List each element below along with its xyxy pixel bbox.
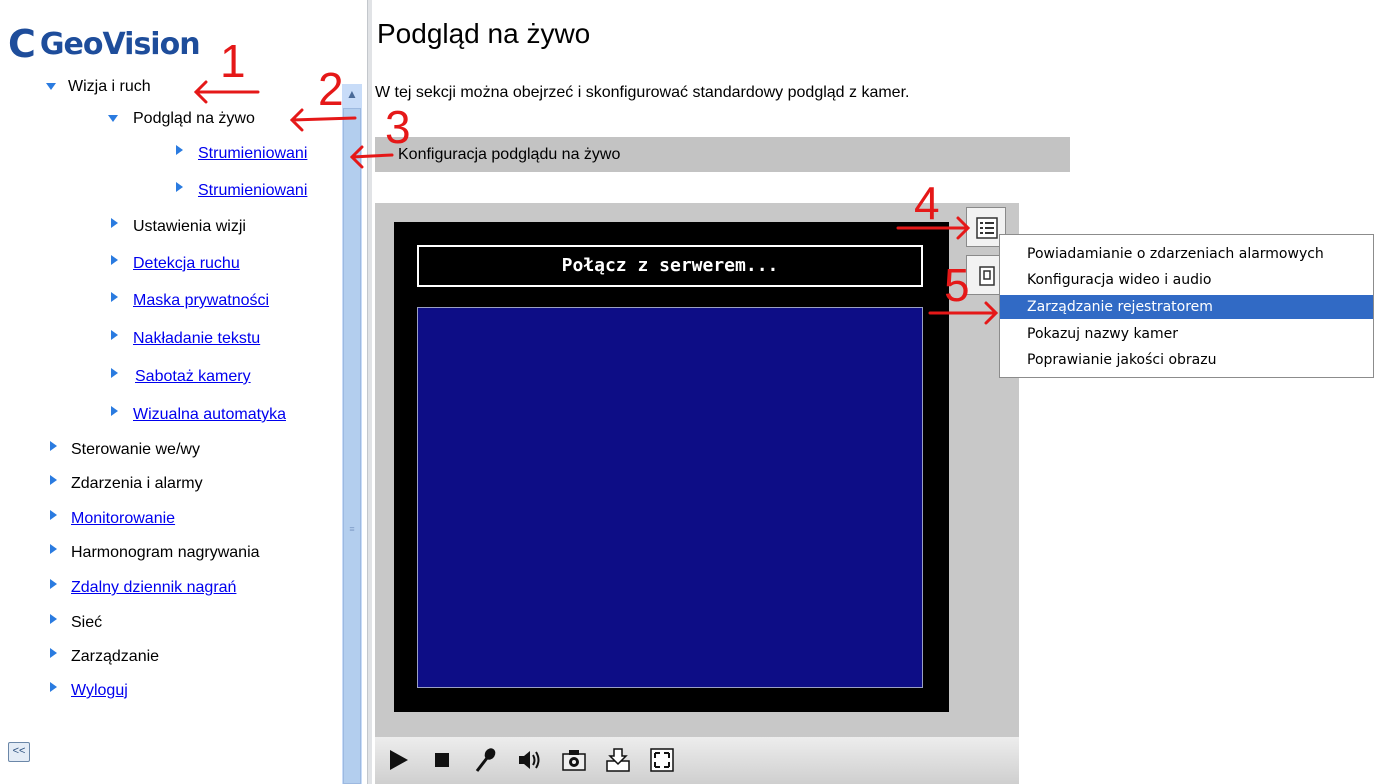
annotation-number-5: 5 <box>944 259 970 311</box>
video-area[interactable] <box>417 307 923 688</box>
collapsed-arrow-icon <box>50 544 57 554</box>
microphone-button[interactable] <box>466 740 504 778</box>
annotation-number-4: 4 <box>914 177 940 229</box>
nav-item-link[interactable]: Detekcja ruchu <box>133 255 240 273</box>
menu-item-show-camera-names[interactable]: Pokazuj nazwy kamer <box>1000 322 1373 346</box>
annotation-number-1: 1 <box>220 35 246 87</box>
collapsed-arrow-icon <box>111 292 118 302</box>
section-title: Konfiguracja podglądu na żywo <box>398 146 621 163</box>
collapse-sidebar-button[interactable]: << <box>8 742 30 762</box>
speaker-icon <box>519 751 540 769</box>
nav-item-link[interactable]: Nakładanie tekstu <box>133 330 260 348</box>
fullscreen-button[interactable] <box>642 740 680 778</box>
snapshot-icon <box>562 750 586 771</box>
menu-item-video-audio-config[interactable]: Konfiguracja wideo i audio <box>1000 268 1373 292</box>
stop-icon <box>435 753 449 767</box>
viewer-context-menu: Powiadamianie o zdarzeniach alarmowych K… <box>999 234 1374 378</box>
nav-item-link[interactable]: Sabotaż kamery <box>135 368 251 386</box>
page-title: Podgląd na żywo <box>377 18 591 49</box>
nav-item-link[interactable]: Strumieniowani <box>198 145 307 163</box>
nav-item-link[interactable]: Wizualna automatyka <box>133 406 286 424</box>
menu-list-icon <box>976 217 998 239</box>
expanded-arrow-icon <box>108 115 118 122</box>
collapsed-arrow-icon <box>111 255 118 265</box>
sidebar-scrollbar-thumb[interactable] <box>343 108 361 784</box>
nav-item-link[interactable]: Strumieniowani <box>198 182 307 200</box>
scroll-grip-icon: ≡ <box>349 524 355 534</box>
collapsed-arrow-icon <box>111 406 118 416</box>
sidebar: C GeoVision Wizja i ruch Podgląd na żywo… <box>0 0 342 784</box>
annotation-number-3: 3 <box>385 101 411 153</box>
nav-item-label: Wizja i ruch <box>68 78 151 95</box>
speaker-button[interactable] <box>510 740 548 778</box>
collapsed-arrow-icon <box>50 648 57 658</box>
collapsed-arrow-icon <box>50 682 57 692</box>
download-button[interactable] <box>598 740 636 778</box>
collapsed-arrow-icon <box>111 218 118 228</box>
microphone-icon <box>475 748 496 772</box>
connect-to-server-button[interactable]: Połącz z serwerem... <box>417 245 923 287</box>
annotation-number-2: 2 <box>318 63 344 115</box>
collapsed-arrow-icon <box>176 182 183 192</box>
download-icon <box>606 748 630 772</box>
collapsed-arrow-icon <box>50 510 57 520</box>
nav-item-label: Zdarzenia i alarmy <box>71 475 203 492</box>
stop-button[interactable] <box>422 740 460 778</box>
nav-item-label: Sieć <box>71 614 103 631</box>
expanded-arrow-icon <box>46 83 56 90</box>
play-button[interactable] <box>378 740 416 778</box>
collapsed-arrow-icon <box>50 579 57 589</box>
collapsed-arrow-icon <box>50 441 57 451</box>
nav-item-link[interactable]: Zdalny dziennik nagrań <box>71 579 236 597</box>
scroll-up-icon[interactable]: ▲ <box>342 84 362 104</box>
menu-item-recorder-management[interactable]: Zarządzanie rejestratorem <box>1000 295 1373 319</box>
nav-item-link[interactable]: Wyloguj <box>71 682 128 700</box>
nav-item-label: Podgląd na żywo <box>133 110 255 127</box>
nav-item-label: Ustawienia wizji <box>133 218 246 235</box>
play-icon <box>390 750 408 770</box>
nav-item-label: Harmonogram nagrywania <box>71 544 260 561</box>
collapsed-arrow-icon <box>176 145 183 155</box>
collapsed-arrow-icon <box>111 330 118 340</box>
collapsed-arrow-icon <box>50 475 57 485</box>
pane-divider[interactable] <box>367 0 372 784</box>
collapsed-arrow-icon <box>111 368 118 378</box>
nav-item-link[interactable]: Monitorowanie <box>71 510 175 528</box>
menu-item-alarm-notifications[interactable]: Powiadamianie o zdarzeniach alarmowych <box>1000 242 1373 266</box>
nav-tree: Wizja i ruch Podgląd na żywo Strumieniow… <box>0 0 338 784</box>
recorder-icon <box>979 266 995 286</box>
collapsed-arrow-icon <box>50 614 57 624</box>
nav-item-link[interactable]: Maska prywatności <box>133 292 269 310</box>
nav-item-label: Zarządzanie <box>71 648 160 665</box>
intro-text: W tej sekcji można obejrzeć i skonfiguro… <box>375 84 910 101</box>
nav-item-label: Sterowanie we/wy <box>71 441 200 458</box>
snapshot-button[interactable] <box>554 740 592 778</box>
menu-item-image-enhancement[interactable]: Poprawianie jakości obrazu <box>1000 348 1373 372</box>
fullscreen-icon <box>650 748 674 772</box>
